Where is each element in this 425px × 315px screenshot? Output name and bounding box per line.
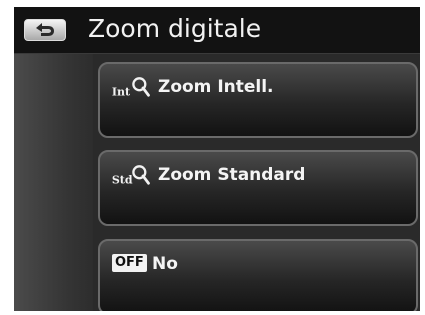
- page-title: Zoom digitale: [88, 14, 262, 43]
- back-button[interactable]: [24, 19, 66, 41]
- intelligent-zoom-icon: Int: [112, 77, 150, 98]
- option-label: Zoom Intell.: [158, 77, 274, 97]
- header-bar: Zoom digitale: [14, 7, 420, 54]
- option-label: Zoom Standard: [158, 165, 306, 185]
- menu-screen: Zoom digitale Int Zoom Intell. Std Zoom …: [14, 7, 420, 311]
- option-zoom-intell[interactable]: Int Zoom Intell.: [98, 62, 418, 138]
- sidebar-panel: [14, 54, 93, 311]
- back-arrow-icon: [36, 23, 54, 36]
- svg-text:Std: Std: [112, 173, 133, 186]
- svg-text:Int: Int: [112, 85, 131, 98]
- option-label: No: [152, 254, 178, 274]
- option-zoom-standard[interactable]: Std Zoom Standard: [98, 150, 418, 226]
- option-no[interactable]: OFF No: [98, 239, 418, 311]
- off-icon: OFF: [112, 254, 147, 272]
- standard-zoom-icon: Std: [112, 165, 150, 186]
